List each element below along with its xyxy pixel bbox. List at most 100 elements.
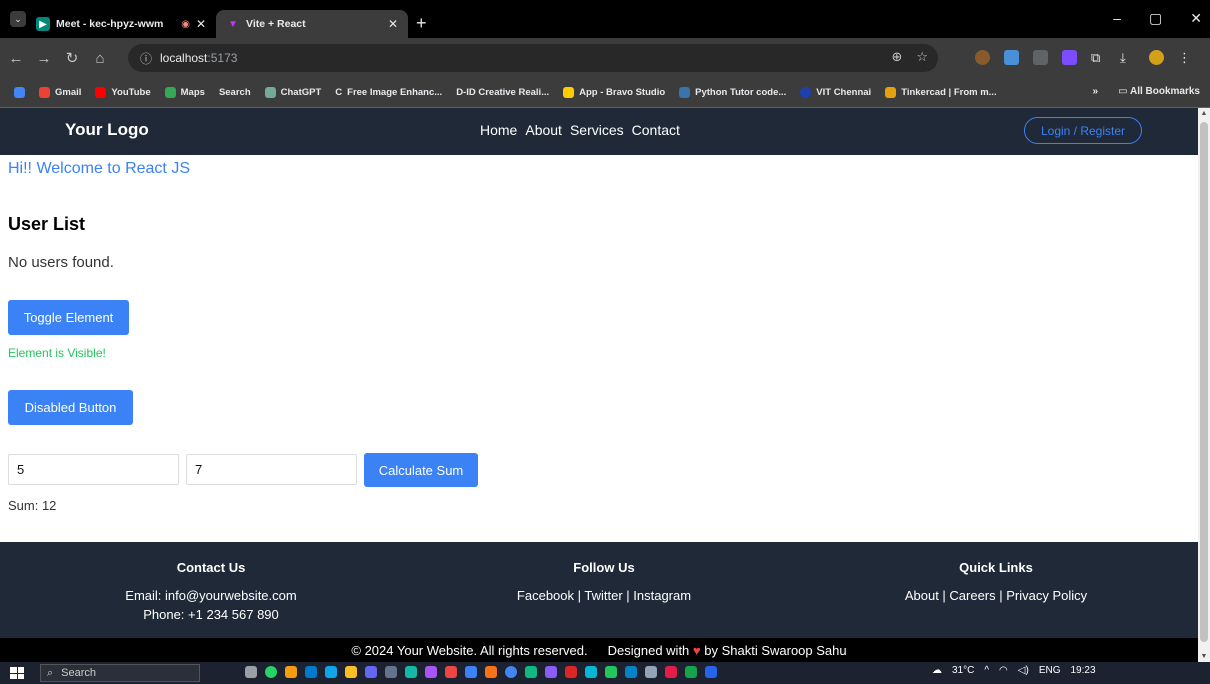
close-tab-icon[interactable]: ✕ [388,17,398,31]
minimize-icon[interactable]: – [1113,10,1121,27]
bookmark-vit[interactable]: VIT Chennai [800,87,871,98]
app-icon[interactable] [405,666,417,678]
back-icon[interactable]: ← [4,50,28,67]
bravo-icon [563,87,575,98]
tab-vite[interactable]: ▼ Vite + React ✕ [216,10,408,38]
weather-icon[interactable]: ☁ [932,665,942,676]
site-info-icon[interactable]: ⓘ [140,50,152,67]
app-icon[interactable] [665,666,677,678]
site-logo[interactable]: Your Logo [65,120,149,140]
site-navbar: Your Logo Home About Services Contact Lo… [0,108,1198,155]
more-bookmarks-button[interactable]: » [1093,86,1099,97]
extension-icon[interactable] [1004,50,1019,65]
app-icon[interactable] [385,666,397,678]
close-window-icon[interactable]: ✕ [1190,10,1202,27]
calculate-sum-button[interactable]: Calculate Sum [364,453,478,487]
app-icon[interactable] [285,666,297,678]
all-bookmarks-button[interactable]: ▭ All Bookmarks [1118,86,1200,97]
nav-services[interactable]: Services [570,122,624,138]
avatar[interactable] [1149,50,1164,65]
task-view-icon[interactable] [245,666,257,678]
app-icon[interactable] [645,666,657,678]
tab-search-icon[interactable]: ⌄ [10,11,26,27]
app-icon[interactable] [565,666,577,678]
tab-meet[interactable]: ▶ Meet - kec-hpyz-wwm ◉ ✕ [26,10,216,38]
recording-icon: ◉ [181,18,190,30]
scroll-up-icon[interactable]: ▲ [1200,110,1208,117]
tab-title: Meet - kec-hpyz-wwm [56,18,164,30]
nav-links: Home About Services Contact [480,122,680,138]
nav-about[interactable]: About [525,122,562,138]
bookmark-tinkercad[interactable]: Tinkercad | From m... [885,87,997,98]
app-icon[interactable] [365,666,377,678]
bookmark-python-tutor[interactable]: Python Tutor code... [679,87,786,98]
weather-temp[interactable]: 31°C [952,665,974,676]
home-icon[interactable]: ⌂ [88,50,112,67]
bookmark-chatgpt[interactable]: ChatGPT [264,87,321,98]
bookmarks-bar: Gmail YouTube Maps Search ChatGPT C Free … [0,78,1210,108]
url-host: localhost [160,51,208,65]
clock[interactable]: 19:23 [1070,665,1095,676]
bookmark-youtube[interactable]: YouTube [95,87,151,98]
app-icon[interactable] [585,666,597,678]
menu-icon[interactable]: ⋮ [1178,50,1193,65]
app-icon[interactable] [525,666,537,678]
scroll-down-icon[interactable]: ▼ [1200,653,1208,660]
taskbar-search-input[interactable]: ⌕ Search [40,664,200,682]
bookmark-maps[interactable]: Maps [164,87,205,98]
zoom-icon[interactable]: ⊕ [891,49,902,65]
wifi-icon[interactable]: ◠ [999,665,1008,676]
nav-contact[interactable]: Contact [632,122,680,138]
gmail-icon [39,87,50,98]
windows-start-icon[interactable] [10,667,24,679]
vscode-icon[interactable] [305,666,317,678]
bookmarks-right: » ▭ All Bookmarks [1093,86,1200,97]
app-icon[interactable] [705,666,717,678]
bookmark-search[interactable]: Search [219,87,251,98]
extension-icon[interactable] [1033,50,1048,65]
new-tab-button[interactable]: + [416,13,427,34]
app-icon[interactable] [685,666,697,678]
close-tab-icon[interactable]: ✕ [196,17,206,31]
bookmark-bravo[interactable]: App - Bravo Studio [563,87,665,98]
user-list-title: User List [8,214,86,234]
footer-social-links[interactable]: Facebook | Twitter | Instagram [484,586,724,605]
app-icon[interactable] [545,666,557,678]
extension-icon[interactable] [975,50,990,65]
maximize-icon[interactable]: ▢ [1149,10,1162,27]
nav-home[interactable]: Home [480,122,517,138]
file-explorer-icon[interactable] [345,666,357,678]
chrome-icon[interactable] [505,666,517,678]
toggle-element-button[interactable]: Toggle Element [8,300,129,335]
number-input-a[interactable] [8,454,179,485]
url-input[interactable]: ⓘ localhost:5173 ⊕ ☆ [128,44,938,72]
bookmark-image-enhance[interactable]: C Free Image Enhanc... [335,87,442,98]
app-icon[interactable] [485,666,497,678]
bookmark-gmail[interactable]: Gmail [39,87,81,98]
page-scrollbar[interactable]: ▲ ▼ [1198,108,1210,662]
reload-icon[interactable]: ↻ [60,49,84,67]
forward-icon[interactable]: → [32,50,56,67]
chevron-up-icon[interactable]: ^ [984,665,989,676]
scrollbar-thumb[interactable] [1200,122,1208,642]
app-icon[interactable] [325,666,337,678]
python-icon [679,87,691,98]
volume-icon[interactable]: ◁) [1018,665,1029,676]
language-indicator[interactable]: ENG [1039,665,1061,676]
apps-icon[interactable] [14,87,25,98]
whatsapp-icon[interactable] [265,666,277,678]
number-input-b[interactable] [186,454,357,485]
extension-icon[interactable] [1062,50,1077,65]
bookmark-did[interactable]: D-ID Creative Reali... [456,87,549,98]
app-icon[interactable] [605,666,617,678]
app-icon[interactable] [425,666,437,678]
disabled-button[interactable]: Disabled Button [8,390,133,425]
download-icon[interactable]: ⤓ [1120,50,1135,65]
login-register-button[interactable]: Login / Register [1024,117,1142,144]
app-icon[interactable] [445,666,457,678]
footer-quick-list[interactable]: About | Careers | Privacy Policy [886,586,1106,605]
app-icon[interactable] [625,666,637,678]
star-icon[interactable]: ☆ [916,49,928,65]
puzzle-icon[interactable]: ⧉ [1091,50,1106,65]
app-icon[interactable] [465,666,477,678]
